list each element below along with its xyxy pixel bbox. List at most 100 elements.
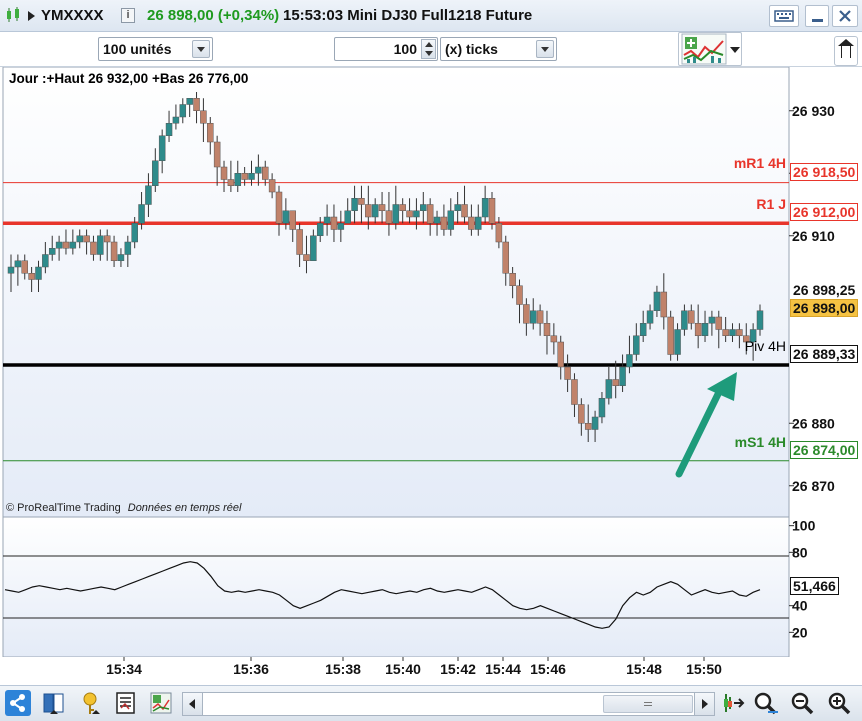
time-tick-label: 15:46 (530, 661, 566, 677)
time-tick-label: 15:42 (440, 661, 476, 677)
oscillator-panel[interactable]: 100 80 40 20 (0, 517, 862, 657)
candle-body (495, 223, 503, 243)
level-price-piv-4h: 26 889,33 (790, 345, 859, 363)
time-tick-label: 15:34 (106, 661, 142, 677)
indicators-icon[interactable] (148, 690, 174, 716)
candle-body (454, 204, 461, 211)
candle-body (385, 210, 393, 224)
zoom-auto-icon[interactable] (752, 690, 778, 716)
candle-body (351, 198, 358, 211)
auto-scroll-icon[interactable] (721, 690, 747, 716)
candle-body (756, 310, 764, 330)
close-icon[interactable] (832, 5, 858, 27)
level-label-r1-j: R1 J (756, 196, 786, 212)
candle-body (124, 241, 132, 255)
zoom-out-icon[interactable] (789, 690, 815, 716)
candle-body (571, 379, 578, 405)
y-tick-label: 26 880 (792, 415, 835, 431)
scroll-thumb[interactable] (603, 695, 693, 713)
time-tick-label: 15:50 (686, 661, 722, 677)
ticks-unit-select[interactable]: (x) ticks (440, 37, 557, 61)
candle-body (591, 416, 599, 430)
candle-body (729, 329, 736, 336)
candle-body (523, 304, 530, 324)
candle-body (76, 235, 83, 243)
scrollbar[interactable] (182, 692, 715, 716)
candle-body (186, 98, 193, 105)
units-select[interactable]: 100 unités (98, 37, 213, 61)
price-chart[interactable]: 26 93026 92026 91026 88026 870 (0, 67, 862, 517)
realtime-text: Données en temps réel (127, 502, 242, 514)
candle-body (488, 198, 496, 224)
zoom-in-icon[interactable] (826, 690, 852, 716)
candle-body (207, 123, 214, 143)
minimize-icon[interactable] (805, 5, 829, 27)
candle-body (323, 216, 331, 224)
candle-body (117, 254, 125, 261)
candle-body (626, 354, 633, 368)
ticks-input-value: 100 (393, 41, 417, 57)
daily-high-low: Jour :+Haut 26 932,00 +Bas 26 776,00 (9, 71, 249, 86)
candle-body (193, 98, 200, 111)
candle-body (227, 179, 235, 186)
ticks-input[interactable]: 100 (334, 37, 438, 61)
layout-icon[interactable] (40, 690, 66, 716)
candle-body (550, 335, 558, 343)
info-icon[interactable]: i (121, 8, 135, 23)
osc-tick-label: 100 (792, 518, 816, 534)
candle-body (303, 254, 310, 261)
time-tick-label: 15:36 (233, 661, 269, 677)
candle-body (584, 423, 592, 430)
candle-body (708, 316, 716, 324)
candle-body (426, 204, 434, 224)
candle-body (131, 223, 138, 243)
symbol-dropdown-icon[interactable] (28, 11, 35, 21)
chevron-down-icon[interactable] (730, 47, 740, 53)
indicators-button[interactable] (678, 32, 742, 66)
units-select-value: 100 unités (103, 41, 172, 57)
scroll-right-icon[interactable] (694, 693, 714, 715)
title-bar: YMXXXX i 26 898,00 (+0,34%) 15:53:03 Min… (0, 0, 862, 32)
last-price-label: 26 898,25 (790, 281, 859, 299)
level-price-mr1-4h: 26 918,50 (790, 163, 859, 181)
data-source: © ProRealTime Trading Données en temps r… (6, 502, 241, 514)
chevron-down-icon[interactable] (192, 40, 210, 58)
candle-body (413, 210, 420, 218)
candle-body (406, 210, 413, 218)
candle-body (213, 141, 221, 168)
candle-body (674, 329, 681, 355)
candle-body (14, 260, 22, 268)
candle-body (694, 323, 702, 336)
chevron-down-icon[interactable] (536, 40, 554, 58)
candle-body (371, 204, 379, 218)
oscillator-value: 51,466 (790, 577, 839, 595)
candle-body (316, 223, 324, 236)
candle-body (268, 179, 276, 193)
candle-body (447, 210, 455, 230)
properties-icon[interactable] (113, 690, 139, 716)
share-icon[interactable] (5, 690, 31, 716)
candle-body (564, 366, 571, 380)
candle-body (736, 329, 743, 336)
current-price-label: 26 898,00 (790, 299, 859, 317)
candle-body (468, 216, 475, 230)
price-change: 26 898,00 (+0,34%) (147, 7, 280, 24)
candle-body (200, 110, 207, 124)
symbol-name[interactable]: YMXXXX (41, 7, 104, 24)
candle-body (378, 204, 386, 211)
candle-body (646, 310, 654, 324)
osc-tick-label: 20 (792, 624, 808, 640)
candle-body (701, 323, 709, 336)
candle-body (337, 223, 345, 230)
copyright-text: © ProRealTime Trading (6, 502, 121, 514)
candle-body (365, 204, 372, 218)
candle-body (633, 335, 640, 355)
candle-body (330, 216, 338, 230)
scroll-up-icon[interactable] (834, 36, 858, 66)
keyboard-icon[interactable] (769, 5, 799, 27)
scroll-left-icon[interactable] (183, 693, 203, 715)
alert-icon[interactable] (78, 690, 104, 716)
candle-body (502, 241, 510, 274)
stepper-icon[interactable] (421, 39, 436, 59)
candle-body (639, 323, 647, 336)
